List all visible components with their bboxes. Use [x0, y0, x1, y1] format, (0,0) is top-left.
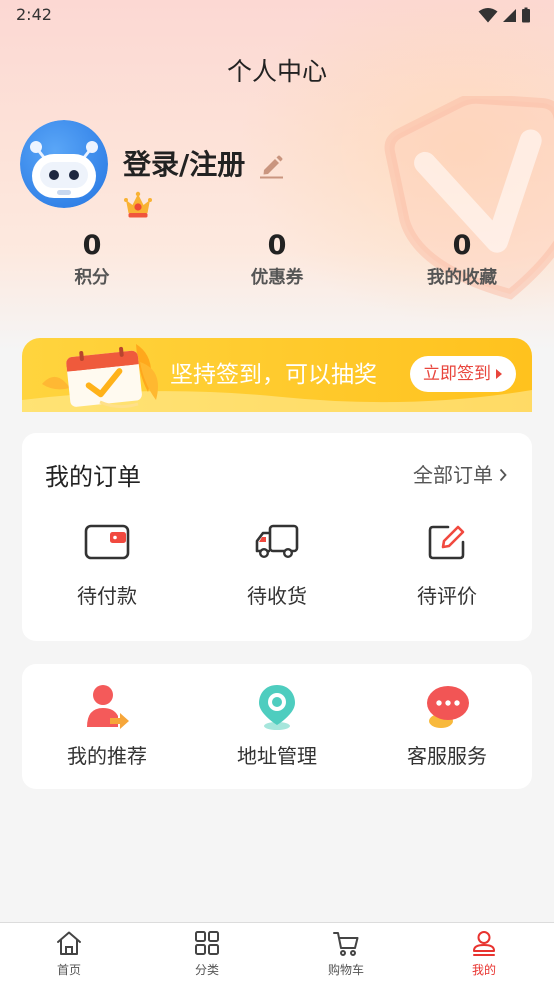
customer-service-icon — [427, 686, 469, 728]
stat-value: 0 — [452, 230, 472, 261]
review-icon — [428, 525, 465, 560]
stat-label: 我的收藏 — [427, 268, 497, 288]
orders-card: 我的订单 全部订单 待付款 待收货 待评价 — [22, 433, 532, 641]
truck-icon — [255, 524, 299, 559]
login-register-link[interactable]: 登录/注册 — [123, 147, 245, 183]
wallet-icon — [84, 524, 130, 560]
bottom-nav: 首页 分类 购物车 我的 — [0, 922, 554, 984]
service-label: 客服服务 — [407, 744, 487, 768]
service-label: 我的推荐 — [67, 744, 147, 768]
service-my-referrals[interactable]: 我的推荐 — [22, 664, 192, 789]
location-icon — [259, 685, 295, 730]
order-pending-review[interactable]: 待评价 — [362, 433, 532, 641]
service-label: 地址管理 — [237, 744, 317, 768]
profile-icon — [473, 931, 495, 956]
signin-banner[interactable]: 坚持签到，可以抽奖 立即签到 — [22, 338, 532, 412]
avatar[interactable] — [20, 120, 108, 208]
service-address-management[interactable]: 地址管理 — [192, 664, 362, 789]
caret-right-icon — [496, 369, 502, 379]
services-card: 我的推荐 地址管理 客服服务 — [22, 664, 532, 789]
nav-item-profile[interactable]: 我的 — [415, 923, 553, 984]
referral-icon — [87, 685, 129, 729]
signal-icon — [503, 8, 516, 22]
nav-item-home[interactable]: 首页 — [0, 923, 138, 984]
stat-points[interactable]: 0 积分 — [0, 230, 184, 294]
order-status-label: 待付款 — [77, 584, 137, 608]
nav-label: 购物车 — [327, 963, 364, 977]
order-status-label: 待评价 — [417, 584, 477, 608]
cart-icon — [333, 932, 359, 956]
stat-coupons[interactable]: 0 优惠券 — [185, 230, 369, 294]
crown-icon — [124, 191, 152, 218]
robot-avatar-icon — [20, 120, 108, 208]
page-title: 个人中心 — [226, 57, 327, 86]
order-pending-receipt[interactable]: 待收货 — [192, 433, 362, 641]
nav-label: 首页 — [56, 963, 81, 977]
nav-item-category[interactable]: 分类 — [138, 923, 276, 984]
nav-label: 分类 — [194, 963, 219, 977]
battery-icon — [522, 7, 530, 23]
stat-label: 优惠券 — [250, 268, 304, 288]
stat-favorites[interactable]: 0 我的收藏 — [370, 230, 554, 294]
status-time: 2:42 — [16, 5, 52, 24]
order-status-label: 待收货 — [247, 584, 307, 608]
signin-now-label: 立即签到 — [423, 364, 491, 384]
stat-value: 0 — [267, 230, 287, 261]
nav-item-cart[interactable]: 购物车 — [277, 923, 415, 984]
signin-banner-text: 坚持签到，可以抽奖 — [170, 362, 377, 388]
nav-label: 我的 — [471, 963, 496, 977]
edit-pencil-icon[interactable] — [258, 152, 285, 179]
status-icons — [478, 6, 531, 24]
calendar-check-icon — [42, 344, 158, 409]
order-pending-payment[interactable]: 待付款 — [22, 433, 192, 641]
wifi-icon — [478, 8, 498, 23]
service-customer-service[interactable]: 客服服务 — [362, 664, 532, 789]
category-icon — [195, 931, 219, 955]
stat-label: 积分 — [74, 268, 110, 288]
signin-now-button[interactable]: 立即签到 — [410, 356, 516, 392]
home-icon — [57, 931, 81, 955]
stat-value: 0 — [82, 230, 102, 261]
